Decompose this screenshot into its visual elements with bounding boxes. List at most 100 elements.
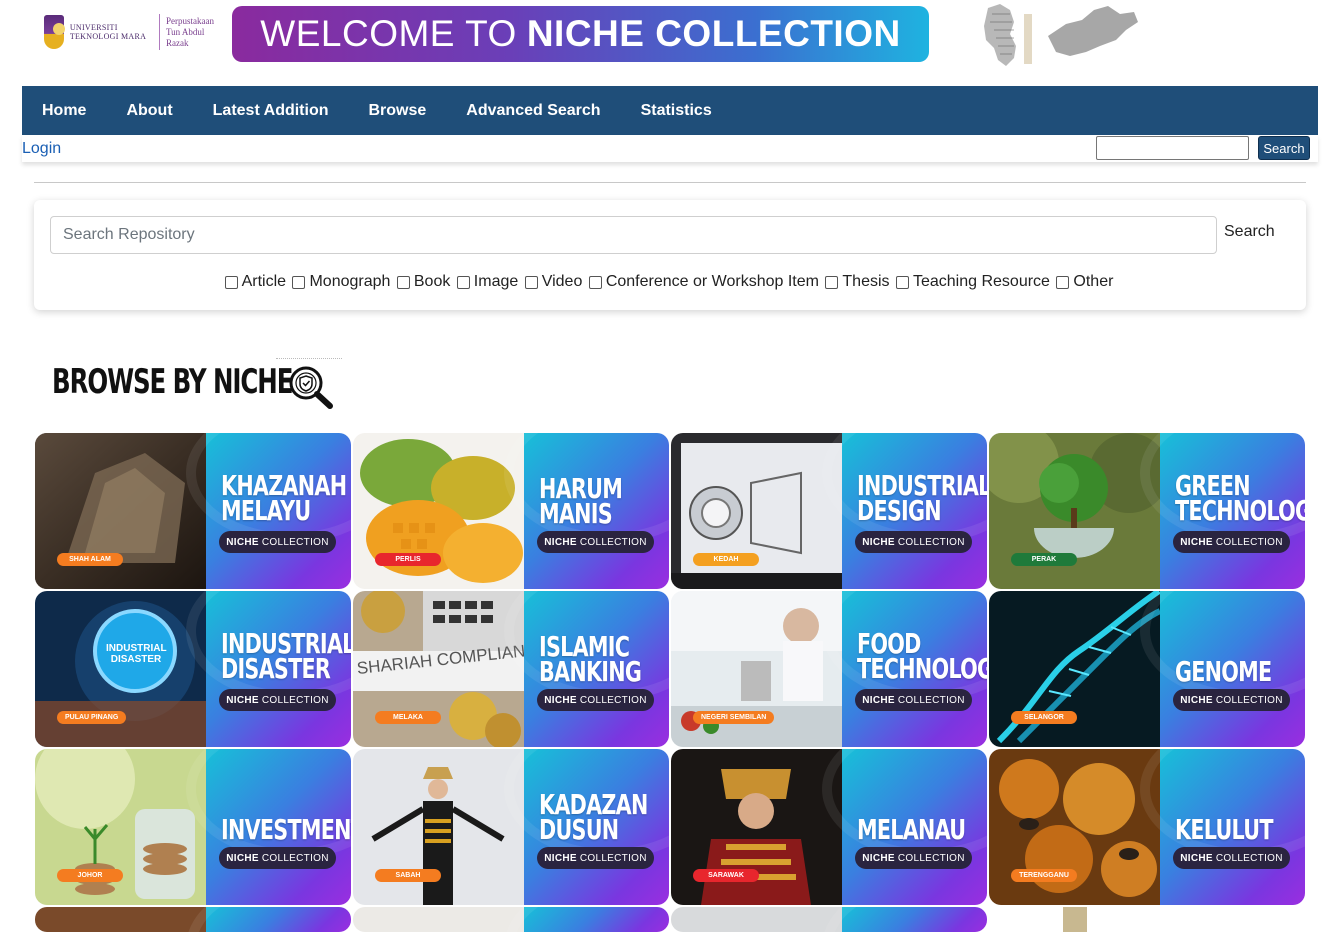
filter-label: Article <box>241 273 287 290</box>
nav-home[interactable]: Home <box>22 102 106 120</box>
filter-article[interactable]: Article <box>224 273 287 291</box>
browse-title-dotted-line <box>276 358 342 359</box>
niche-tile-kelulut[interactable]: KELULUT NICHE COLLECTION TERENGGANU <box>989 749 1305 905</box>
niche-tile-partial-2[interactable] <box>353 907 669 932</box>
niche-tile-genome[interactable]: GENOME NICHE COLLECTION SELANGOR <box>989 591 1305 747</box>
tile-photo <box>35 907 206 932</box>
tile-name-line1: INVESTMENT <box>221 813 351 846</box>
filter-monograph[interactable]: Monograph <box>292 273 390 291</box>
checkbox[interactable] <box>224 275 238 289</box>
nav-advanced-search[interactable]: Advanced Search <box>446 102 620 120</box>
banner-light-text: WELCOME TO <box>260 13 517 54</box>
tile-name-line1: GENOME <box>1175 655 1272 688</box>
pill-bold: NICHE <box>544 852 577 864</box>
niche-tile-partial-3[interactable] <box>671 907 987 932</box>
filter-other[interactable]: Other <box>1056 273 1113 291</box>
tile-name-line1: KELULUT <box>1175 813 1273 846</box>
pill-rest: COLLECTION <box>1215 536 1283 548</box>
niche-collection-pill: NICHE COLLECTION <box>537 847 654 869</box>
top-search-input[interactable] <box>1096 136 1249 160</box>
checkbox[interactable] <box>1056 275 1070 289</box>
niche-tile-partial-4[interactable] <box>989 907 1305 932</box>
niche-collection-pill: NICHE COLLECTION <box>855 847 972 869</box>
checkbox[interactable] <box>396 275 410 289</box>
filter-video[interactable]: Video <box>524 273 583 291</box>
industrial-disaster-photo-label: INDUSTRIAL DISASTER <box>106 643 167 665</box>
filter-book[interactable]: Book <box>396 273 450 291</box>
logo-divider <box>159 14 160 50</box>
location-badge: MELAKA <box>375 711 441 724</box>
filter-image[interactable]: Image <box>456 273 518 291</box>
niche-tile-industrial-design[interactable]: INDUSTRIAL DESIGN NICHE COLLECTION KEDAH <box>671 433 987 589</box>
filter-teaching-resource[interactable]: Teaching Resource <box>895 273 1050 291</box>
tile-name: INDUSTRIAL DESIGN <box>857 472 987 525</box>
nav-browse[interactable]: Browse <box>349 102 447 120</box>
uitm-logo[interactable]: UNIVERSITI TEKNOLOGI MARA Perpustakaan T… <box>44 12 214 52</box>
tile-panel: KADAZAN DUSUN NICHE COLLECTION <box>504 749 669 905</box>
niche-tile-kadazan-dusun[interactable]: KADAZAN DUSUN NICHE COLLECTION SABAH <box>353 749 669 905</box>
pill-bold: NICHE <box>1180 852 1213 864</box>
niche-tile-investment[interactable]: INVESTMENT NICHE COLLECTION JOHOR <box>35 749 351 905</box>
sub-bar: Login Search <box>22 135 1318 162</box>
checkbox[interactable] <box>588 275 602 289</box>
pill-rest: COLLECTION <box>261 694 329 706</box>
niche-collection-pill: NICHE COLLECTION <box>1173 847 1290 869</box>
niche-tile-partial-1[interactable] <box>35 907 351 932</box>
niche-tile-industrial-disaster[interactable]: INDUSTRIAL DISASTER INDUSTRIAL DISASTER N… <box>35 591 351 747</box>
checkbox[interactable] <box>456 275 470 289</box>
location-badge: PERLIS <box>375 553 441 566</box>
checkbox[interactable] <box>895 275 909 289</box>
pill-rest: COLLECTION <box>579 694 647 706</box>
pill-rest: COLLECTION <box>261 536 329 548</box>
tile-name-line1: MELANAU <box>857 813 966 846</box>
repository-search-input[interactable] <box>50 216 1217 254</box>
location-badge: SABAH <box>375 869 441 882</box>
banner-bold-text: NICHE COLLECTION <box>526 13 901 54</box>
niche-tile-harum-manis[interactable]: HARUM MANIS NICHE COLLECTION PERLIS <box>353 433 669 589</box>
main-nav: Home About Latest Addition Browse Advanc… <box>22 86 1318 135</box>
location-badge: SELANGOR <box>1011 711 1077 724</box>
tile-panel: INDUSTRIAL DISASTER NICHE COLLECTION <box>186 591 351 747</box>
tile-name: GENOME <box>1175 655 1305 688</box>
nav-statistics[interactable]: Statistics <box>621 102 732 120</box>
location-badge: PULAU PINANG <box>57 711 127 724</box>
tile-name-line2: MANIS <box>539 497 613 530</box>
niche-tile-green-technology[interactable]: GREENTECHNOLOGY NICHECOLLECTION PERAK <box>989 433 1305 589</box>
university-name-text: UNIVERSITI TEKNOLOGI MARA <box>69 23 147 41</box>
tile-panel: MELANAU NICHE COLLECTION <box>822 749 987 905</box>
niche-collection-pill: NICHE COLLECTION <box>537 689 654 711</box>
niche-tile-khazanah-melayu[interactable]: KHAZANAH MELAYU NICHE COLLECTION SHAH ALAM <box>35 433 351 589</box>
pill-bold: NICHE <box>226 694 259 706</box>
pill-rest: COLLECTION <box>579 852 647 864</box>
type-filters: Article Monograph Book Image Video Confe… <box>34 273 1306 294</box>
top-search-button[interactable]: Search <box>1258 136 1310 160</box>
filter-conference[interactable]: Conference or Workshop Item <box>588 273 819 291</box>
tile-name: KHAZANAH MELAYU <box>221 472 351 525</box>
location-badge: TERENGGANU <box>1011 869 1077 882</box>
pill-bold: NICHE <box>862 536 895 548</box>
login-link[interactable]: Login <box>22 140 61 158</box>
checkbox[interactable] <box>524 275 538 289</box>
pill-rest: COLLECTION <box>1215 852 1283 864</box>
niche-tile-islamic-banking[interactable]: SHARIAH COMPLIANT ISLAMIC BANKING NICHE CO… <box>353 591 669 747</box>
filter-label: Teaching Resource <box>912 273 1050 290</box>
tile-name-line2: TECHNOLOGY <box>1175 494 1305 527</box>
checkbox[interactable] <box>292 275 306 289</box>
niche-collection-pill: NICHE COLLECTION <box>219 689 336 711</box>
niche-collection-pill: NICHE COLLECTION <box>855 531 972 553</box>
filter-label: Video <box>541 273 583 290</box>
library-name-line2: Tun Abdul Razak <box>166 26 205 48</box>
niche-tile-melanau[interactable]: MELANAU NICHE COLLECTION SARAWAK <box>671 749 987 905</box>
tile-panel: FOODTECHNOLOGY NICHECOLLECTION <box>822 591 987 747</box>
pill-bold: NICHE <box>544 536 577 548</box>
tile-panel: KELULUT NICHE COLLECTION <box>1140 749 1305 905</box>
checkbox[interactable] <box>825 275 839 289</box>
niche-tile-food-technology[interactable]: FOODTECHNOLOGY NICHECOLLECTION NEGERI SE… <box>671 591 987 747</box>
filter-thesis[interactable]: Thesis <box>825 273 890 291</box>
pill-bold: NICHE <box>862 694 895 706</box>
tile-name: KADAZAN DUSUN <box>539 791 669 844</box>
repository-search-button[interactable]: Search <box>1224 223 1275 241</box>
tile-name-line2: BANKING <box>539 655 642 688</box>
nav-about[interactable]: About <box>106 102 192 120</box>
nav-latest-addition[interactable]: Latest Addition <box>193 102 349 120</box>
